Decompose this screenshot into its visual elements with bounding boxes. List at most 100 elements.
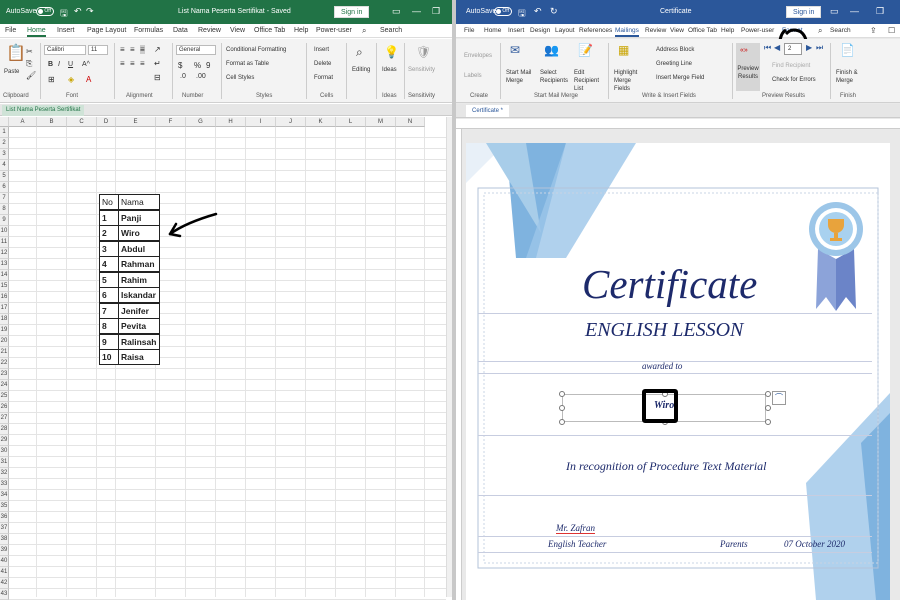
ideas-icon[interactable]: 💡 — [384, 45, 399, 59]
resize-handle[interactable] — [559, 419, 565, 425]
word-autosave-toggle[interactable]: Off — [494, 7, 512, 16]
align-center-icon[interactable]: ≡ — [130, 59, 135, 68]
select-recipients-button[interactable]: Select Recipients — [540, 69, 572, 85]
column-header[interactable]: A — [9, 117, 37, 127]
sensitivity-icon[interactable]: 🛡 — [416, 45, 431, 59]
word-tab-design[interactable]: Design — [530, 27, 550, 34]
minimize-icon[interactable]: — — [412, 6, 421, 16]
document-tab[interactable]: Certificate * — [466, 105, 510, 117]
spreadsheet-grid[interactable]: ABCDEFGHIJKLMN 1 2 3 4 5 6 7 8 9 10 11 12 13 14 15 16 17… — [0, 117, 446, 600]
row-header[interactable]: 14 — [0, 270, 9, 281]
tab-view[interactable]: View — [230, 27, 245, 34]
cell-no[interactable]: 9 — [99, 333, 119, 350]
currency-icon[interactable]: $ — [178, 61, 182, 70]
tab-review[interactable]: Review — [198, 27, 221, 34]
finish-merge-icon[interactable]: 📄 — [840, 43, 855, 57]
last-record-icon[interactable]: ⏭ — [816, 43, 823, 53]
column-header[interactable]: D — [97, 117, 116, 127]
first-record-icon[interactable]: ⏮ — [764, 43, 771, 53]
row-header[interactable]: 33 — [0, 479, 9, 490]
vertical-ruler[interactable] — [456, 129, 462, 600]
word-tab-references[interactable]: References — [579, 27, 612, 34]
borders-icon[interactable]: ⊞ — [48, 75, 55, 84]
cell-nama[interactable]: Nama — [118, 194, 160, 210]
italic-icon[interactable]: I — [58, 61, 60, 68]
row-header[interactable]: 25 — [0, 391, 9, 402]
tab-page-layout[interactable]: Page Layout — [87, 27, 126, 34]
align-bottom-icon[interactable]: ≡ — [140, 45, 145, 54]
row-header[interactable]: 12 — [0, 248, 9, 259]
row-header[interactable]: 19 — [0, 325, 9, 336]
row-header[interactable]: 29 — [0, 435, 9, 446]
tab-insert[interactable]: Insert — [57, 27, 75, 34]
word-minimize-icon[interactable]: — — [850, 6, 859, 16]
edit-recipient-list-icon[interactable]: 📝 — [578, 43, 593, 57]
font-color-icon[interactable]: A — [86, 75, 91, 84]
row-header[interactable]: 11 — [0, 237, 9, 248]
row-header[interactable]: 15 — [0, 281, 9, 292]
word-tab-office-tab[interactable]: Office Tab — [688, 27, 717, 34]
cell-no[interactable]: No — [99, 194, 119, 210]
align-top-icon[interactable]: ≡ — [120, 45, 125, 54]
merge-center-icon[interactable]: ⊟ — [154, 73, 161, 82]
record-number-input[interactable]: 2 — [784, 43, 802, 55]
row-header[interactable]: 10 — [0, 226, 9, 237]
row-header[interactable]: 40 — [0, 556, 9, 567]
excel-search-label[interactable]: Search — [380, 27, 402, 34]
row-header[interactable]: 30 — [0, 446, 9, 457]
row-header[interactable]: 38 — [0, 534, 9, 545]
select-recipients-icon[interactable]: 👥 — [544, 43, 559, 57]
address-block-button[interactable]: Address Block — [656, 47, 694, 53]
insert-cells-button[interactable]: Insert — [314, 47, 329, 53]
finish-merge-button[interactable]: Finish & Merge — [836, 69, 864, 85]
excel-signin-button[interactable]: Sign in — [334, 6, 370, 18]
format-painter-icon[interactable]: 🖌 — [26, 71, 36, 80]
grow-font-icon[interactable]: A^ — [82, 61, 90, 68]
row-header[interactable]: 34 — [0, 490, 9, 501]
row-header[interactable]: 24 — [0, 380, 9, 391]
cell-no[interactable]: 7 — [99, 302, 119, 319]
cell-no[interactable]: 1 — [99, 209, 119, 226]
row-header[interactable]: 28 — [0, 424, 9, 435]
decrease-decimal-icon[interactable]: .00 — [196, 73, 206, 80]
column-header[interactable]: K — [306, 117, 336, 127]
align-middle-icon[interactable]: ≡ — [130, 45, 135, 54]
row-header[interactable]: 36 — [0, 512, 9, 523]
layout-options-icon[interactable]: ⌒ — [772, 391, 786, 405]
cell-nama[interactable]: Raisa — [118, 349, 160, 365]
row-header[interactable]: 17 — [0, 303, 9, 314]
word-restore-icon[interactable]: ❐ — [876, 6, 884, 17]
row-header[interactable]: 20 — [0, 336, 9, 347]
editing-button[interactable]: Editing — [352, 67, 370, 73]
tab-formulas[interactable]: Formulas — [134, 27, 163, 34]
bold-icon[interactable]: B — [48, 61, 53, 68]
cut-icon[interactable]: ✂ — [26, 47, 33, 56]
tab-home[interactable]: Home — [27, 27, 46, 37]
word-tab-insert[interactable]: Insert — [508, 27, 524, 34]
align-left-icon[interactable]: ≡ — [120, 59, 125, 68]
row-header[interactable]: 3 — [0, 149, 9, 160]
font-name-select[interactable]: Calibri — [44, 45, 86, 55]
cell-no[interactable]: 8 — [99, 318, 119, 334]
row-header[interactable]: 16 — [0, 292, 9, 303]
paste-button[interactable]: Paste — [4, 69, 19, 75]
cell-no[interactable]: 6 — [99, 287, 119, 303]
cell-nama[interactable]: Rahman — [118, 256, 160, 272]
column-header[interactable]: M — [366, 117, 396, 127]
orientation-icon[interactable]: ↗ — [154, 45, 161, 54]
tab-file[interactable]: File — [5, 27, 16, 34]
column-header[interactable]: C — [67, 117, 97, 127]
row-header[interactable]: 2 — [0, 138, 9, 149]
row-header[interactable]: 4 — [0, 160, 9, 171]
word-save-icon[interactable]: 🖫 — [518, 6, 526, 22]
word-tab-mailings[interactable]: Mailings — [615, 27, 639, 37]
font-size-select[interactable]: 11 — [88, 45, 108, 55]
word-search-icon[interactable]: ⌕ — [818, 26, 822, 36]
word-tab-power-user[interactable]: Power-user — [741, 27, 774, 34]
cell-nama[interactable]: Pevita — [118, 318, 160, 334]
comments-icon[interactable]: ☐ — [888, 26, 895, 35]
cell-nama[interactable]: Panji — [118, 209, 160, 226]
row-header[interactable]: 7 — [0, 193, 9, 204]
row-header[interactable]: 31 — [0, 457, 9, 468]
tab-power-user[interactable]: Power-user — [316, 27, 352, 34]
